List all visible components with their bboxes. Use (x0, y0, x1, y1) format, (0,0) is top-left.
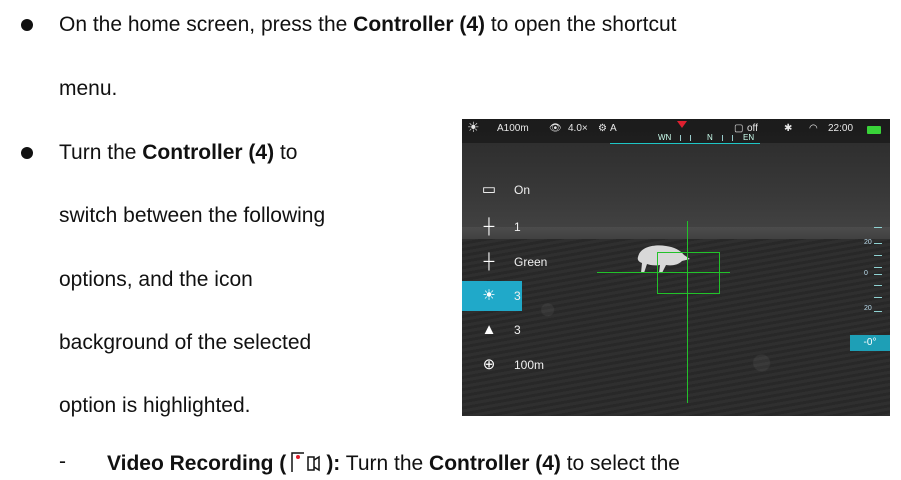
text: to select the (560, 452, 680, 475)
bullet (21, 19, 33, 31)
paragraph-line: switch between the following (59, 204, 326, 227)
menu-value: On (514, 183, 531, 197)
menu-item-reticle-color[interactable]: ┼ Green (462, 247, 548, 277)
scale-tick (874, 243, 882, 244)
crosshair-icon: ⊕ (482, 356, 496, 373)
menu-value: Green (514, 255, 548, 269)
bold-text: Controller (4) (353, 13, 485, 36)
mode-icon: ⚙ (598, 123, 607, 134)
compass-label: EN (743, 133, 755, 142)
paragraph-line: On the home screen, press the Controller… (59, 13, 676, 37)
reticle-type-icon: ┼ (483, 218, 495, 235)
reticle-color-icon: ┼ (483, 253, 495, 270)
zoom-readout: 4.0× (568, 123, 588, 134)
paragraph-line: background of the selected (59, 331, 312, 354)
paragraph-line: option is highlighted. (59, 394, 251, 417)
scale-tick (874, 255, 882, 256)
video-record-icon: ▭ (481, 181, 497, 198)
bold-text: Video Recording ( (107, 452, 287, 475)
scale-tick (874, 227, 882, 228)
paragraph-line: Turn the Controller (4) to (59, 141, 297, 165)
menu-value: 1 (514, 220, 521, 234)
battery-icon (867, 126, 881, 134)
scale-tick (874, 267, 882, 268)
text: Turn the (340, 452, 430, 475)
sub-item-dash: - (59, 450, 66, 473)
bold-text: Controller (4) (142, 141, 275, 164)
tilt-angle-readout: -0° (850, 335, 890, 351)
reticle-box (657, 252, 720, 294)
scale-tick (874, 274, 882, 275)
bullet (21, 147, 33, 159)
compass-tick (690, 135, 691, 141)
eye-icon: 👁 (549, 123, 562, 134)
compass-tick (722, 135, 723, 141)
time-readout: 22:00 (828, 123, 854, 134)
scale-tick (874, 297, 882, 298)
scale-tick (874, 285, 882, 286)
text: Turn the (59, 141, 143, 164)
tilt-scale: 20 0 20 (864, 219, 884, 347)
compass-label: N (707, 133, 713, 142)
menu-value: 3 (514, 323, 521, 337)
menu-value: 3 (514, 289, 521, 303)
menu-item-zeroing[interactable]: ⊕ 100m (462, 350, 544, 380)
scale-label: 0 (864, 270, 868, 277)
range-readout: A100m (497, 123, 529, 134)
heading-marker (677, 121, 687, 128)
bold-text: Controller (4) (429, 452, 561, 475)
brightness-icon: ☀ (482, 287, 496, 304)
text: On the home screen, press the (59, 13, 354, 36)
compass-tick (732, 135, 733, 141)
menu-item-brightness[interactable]: ☀ 3 (462, 281, 522, 311)
text: to open the shortcut (485, 13, 677, 36)
menu-item-video[interactable]: ▭ On (462, 175, 530, 205)
scale-label: 20 (864, 305, 872, 312)
menu-item-contrast[interactable]: ▲ 3 (462, 315, 522, 345)
bold-text: ): (326, 452, 341, 475)
paragraph-line: options, and the icon (59, 268, 253, 291)
paragraph-line: menu. (59, 77, 118, 100)
sub-item-line: Video Recording ( ): Turn the Controller… (107, 450, 680, 476)
menu-item-reticle-type[interactable]: ┼ 1 (462, 212, 522, 242)
scale-tick (874, 311, 882, 312)
bluetooth-icon: ✱ (784, 123, 793, 134)
reticle-vertical-line (687, 221, 688, 403)
sun-icon: ☀ (467, 119, 480, 135)
compass-label: WN (658, 133, 672, 142)
compass-tick (680, 135, 681, 141)
scale-label: 20 (864, 239, 872, 246)
contrast-icon: ▲ (481, 321, 497, 338)
text: to (274, 141, 298, 164)
wifi-icon: ◠ (809, 123, 818, 134)
menu-value: 100m (514, 358, 545, 372)
video-record-icon (286, 450, 326, 472)
device-screenshot: ☀ A100m 👁 4.0× ⚙ A ▢ off ✱ ◠ 22:00 WN N … (462, 119, 890, 416)
compass-strip: WN N EN (610, 133, 760, 144)
